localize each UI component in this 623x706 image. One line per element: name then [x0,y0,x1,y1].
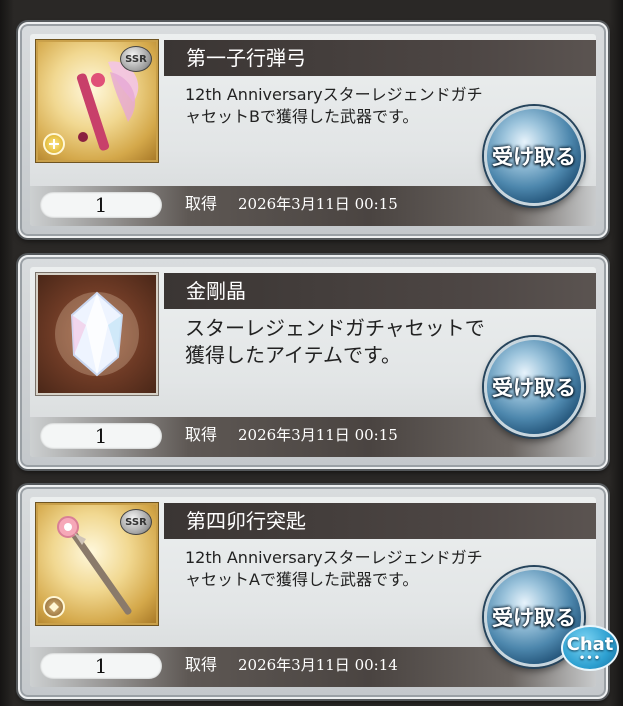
element-icon [43,133,65,155]
receive-button[interactable]: 受け取る [484,106,584,206]
card-body: SSR 第四卯行突匙 12th Anniversaryスターレジェンドガチャセッ… [30,497,596,687]
item-name: 第四卯行突匙 [164,503,596,539]
obtained-timestamp: 2026年3月11日 00:14 [238,656,398,674]
item-thumbnail[interactable]: SSR [36,40,158,162]
item-description: スターレジェンドガチャセットで獲得したアイテムです。 [185,316,485,367]
rarity-badge: SSR [120,509,152,535]
element-icon [43,596,65,618]
obtained-timestamp: 2026年3月11日 00:15 [238,426,398,444]
item-thumbnail[interactable] [36,273,158,395]
chat-label: Chat [566,633,614,655]
obtained-label: 取得 [185,194,218,213]
quantity-pill: 1 [40,653,162,679]
item-name: 第一子行弾弓 [164,40,596,76]
receive-button[interactable]: 受け取る [484,337,584,437]
obtained-label: 取得 [185,425,218,444]
obtained-label: 取得 [185,655,218,674]
present-card-2: 金剛晶 スターレジェンドガチャセットで獲得したアイテムです。 1 取得 2026… [18,255,608,469]
chat-button[interactable]: Chat ••• [561,625,619,671]
chat-dots-icon: ••• [578,652,602,664]
card-body: SSR 第一子行弾弓 12th Anniversaryスターレジェンドガチャセッ… [30,34,596,226]
item-description: 12th AnniversaryスターレジェンドガチャセットAで獲得した武器です… [185,548,483,589]
crystal-icon [55,291,139,377]
diamond-icon [49,602,59,612]
item-name: 金剛晶 [164,273,596,309]
quantity-pill: 1 [40,192,162,218]
item-description: 12th AnniversaryスターレジェンドガチャセットBで獲得した武器です… [185,85,483,126]
rarity-badge: SSR [120,46,152,72]
card-body: 金剛晶 スターレジェンドガチャセットで獲得したアイテムです。 1 取得 2026… [30,267,596,457]
present-card-3: SSR 第四卯行突匙 12th Anniversaryスターレジェンドガチャセッ… [18,485,608,699]
plus-icon [49,139,59,149]
quantity-pill: 1 [40,423,162,449]
obtained-timestamp: 2026年3月11日 00:15 [238,195,398,213]
item-thumbnail[interactable]: SSR [36,503,158,625]
present-card-1: SSR 第一子行弾弓 12th Anniversaryスターレジェンドガチャセッ… [18,22,608,238]
